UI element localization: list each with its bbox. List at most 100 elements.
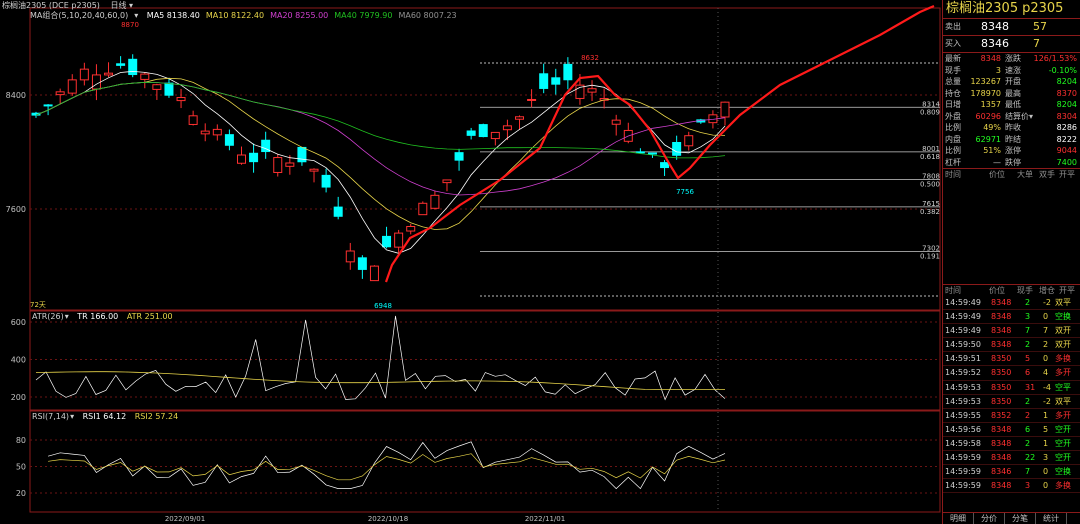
atr-tr-value: TR 166.00: [77, 312, 119, 321]
detail-tabs: 明细 分价 分笔 统计: [943, 512, 1080, 524]
tick-t: 14:59:51: [945, 354, 981, 364]
tick-oc: 空开: [1055, 424, 1071, 434]
ma-legend-item: MA10 8122.40: [205, 11, 265, 20]
chevron-down-icon[interactable]: ▾: [129, 1, 133, 10]
rsi-y-tick: 20: [16, 489, 26, 498]
price-annotation: 8632: [581, 54, 599, 62]
tr-line: [35, 315, 726, 401]
quote-row: 比例 51% 涨停 9044: [943, 145, 1080, 157]
fib-price-label: 7615: [922, 200, 940, 208]
quote-l2: 最低: [1005, 100, 1021, 109]
tick-p: 8348: [991, 424, 1012, 434]
column-header: 时间: [945, 170, 961, 179]
fib-price-label: 8001: [922, 145, 940, 153]
tick-t: 14:59:49: [945, 312, 981, 322]
tick-t: 14:59:49: [945, 298, 981, 307]
fib-ratio-label: 0.618: [920, 153, 940, 161]
tick-t: 14:59:53: [945, 382, 981, 392]
quote-v2: 7400: [1056, 157, 1077, 167]
tab-2[interactable]: 分笔: [1005, 513, 1036, 524]
candle-body: [369, 265, 379, 282]
candle-body: [236, 154, 246, 164]
tick-oc: 空开: [1055, 438, 1071, 448]
tick-oc: 多开: [1055, 410, 1071, 420]
tab-1[interactable]: 分价: [974, 513, 1005, 524]
tick-d: 2: [1043, 340, 1049, 350]
ma-legend: MA组合(5,10,20,40,60,0) ▾ MA5 8138.40 MA10 8…: [30, 10, 463, 21]
kline-chart[interactable]: 8400760083140.80980010.61878080.50076150…: [0, 0, 942, 524]
column-header: 时间: [945, 286, 961, 295]
candle-body: [684, 135, 694, 147]
quote-row: 总量 123267 开盘 8204: [943, 76, 1080, 88]
tick-row: 14:59:55 8352 2 1 多开: [943, 409, 1080, 423]
fib-price-label: 7808: [922, 172, 940, 180]
candle-body: [79, 68, 89, 81]
candle-body: [357, 257, 367, 270]
tab-0[interactable]: 明细: [943, 513, 974, 524]
ma-legend-item: MA60 8007.23: [398, 11, 457, 20]
tick-t: 14:59:50: [945, 340, 981, 350]
tab-3[interactable]: 统计: [1036, 513, 1067, 524]
big-order-list[interactable]: [943, 180, 1080, 284]
candle-body: [309, 168, 319, 172]
contract-name: 棕榈油2305: [946, 1, 1019, 16]
quote-l2: 昨收: [1005, 123, 1021, 132]
quote-v1: —: [993, 157, 1001, 167]
candle-body: [587, 88, 597, 93]
tick-d: 0: [1043, 354, 1049, 364]
tick-d: -2: [1043, 396, 1051, 406]
x-axis-label: 2022/11/01: [525, 515, 565, 523]
column-header: 开平: [1059, 286, 1075, 295]
quote-l2: 开盘: [1005, 77, 1021, 86]
ma-group-label[interactable]: MA组合(5,10,20,40,60,0): [30, 11, 128, 20]
column-header: 增仓: [1039, 286, 1055, 295]
chevron-down-icon[interactable]: ▾: [70, 412, 74, 421]
tick-q: 2: [1025, 438, 1031, 448]
candle-body: [249, 152, 259, 163]
tick-oc: 空换: [1055, 312, 1071, 322]
candle-body: [164, 82, 174, 96]
tick-q: 2: [1025, 340, 1031, 350]
tick-p: 8348: [991, 453, 1012, 463]
moving-average-line: [35, 81, 726, 159]
quote-v2: 8286: [1056, 123, 1077, 132]
column-header: 大单: [1017, 170, 1033, 179]
period-label[interactable]: 日线: [110, 1, 126, 10]
candle-body: [394, 232, 404, 248]
chevron-down-icon[interactable]: ▾: [65, 312, 69, 321]
candle-body: [140, 73, 150, 80]
quote-row: 持仓 178970 最高 8370: [943, 88, 1080, 100]
tick-row: 14:59:53 8350 2 -2 双平: [943, 395, 1080, 409]
quote-row: 最新 8348 涨跌 126/1.53%: [943, 53, 1080, 65]
chevron-down-icon[interactable]: ▾: [134, 11, 138, 20]
tick-q: 2: [1025, 410, 1031, 420]
bid-row[interactable]: 买入 8346 7: [943, 35, 1080, 52]
tick-q: 6: [1025, 368, 1031, 378]
trend-line: [384, 4, 935, 283]
tick-d: 5: [1043, 424, 1049, 434]
candle-body: [345, 250, 355, 263]
tick-d: 0: [1043, 467, 1049, 477]
atr-atr-value: ATR 251.00: [126, 312, 173, 321]
candle-body: [224, 134, 234, 146]
rsi-legend: RSI(7,14)▾ RSI1 64.12 RSI2 57.24: [32, 412, 184, 421]
chart-area[interactable]: 8400 7600 8314 0.809 8001 0.618 7808 0.500 7615 0…: [0, 0, 942, 524]
quote-l2: 最高: [1005, 88, 1021, 98]
atr-label[interactable]: ATR(26): [32, 312, 64, 321]
tick-p: 8350: [991, 382, 1012, 392]
main-y-tick: 8400: [6, 91, 26, 100]
candle-body: [527, 98, 537, 101]
candle-body: [200, 130, 210, 135]
quote-l1: 总量: [945, 77, 961, 86]
tick-oc: 空换: [1055, 467, 1071, 477]
candle-body: [188, 115, 198, 125]
tick-oc: 双开: [1055, 326, 1071, 336]
tick-row: 14:59:52 8350 6 4 多开: [943, 366, 1080, 381]
tick-list[interactable]: 14:59:49 8348 2 -2 双平 14:59:49 8348 3 0 空换 14:59:4…: [943, 296, 1080, 494]
candle-body: [515, 116, 525, 120]
rsi-label[interactable]: RSI(7,14): [32, 412, 69, 421]
ask-row[interactable]: 卖出 8348 57: [943, 18, 1080, 35]
tick-p: 8348: [991, 326, 1012, 336]
tick-q: 2: [1025, 396, 1031, 406]
rsi-frame: [29, 410, 941, 513]
